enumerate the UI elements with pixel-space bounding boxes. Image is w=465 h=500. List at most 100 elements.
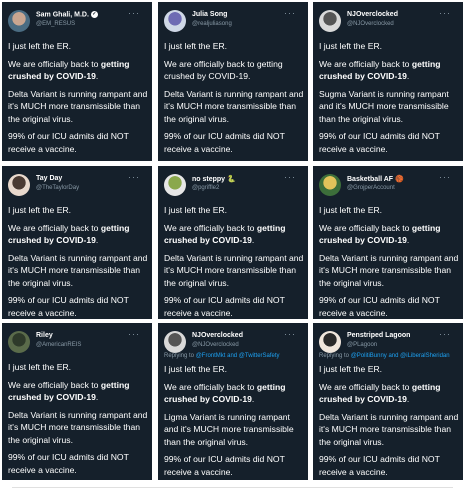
more-options-icon[interactable]: ···	[128, 329, 140, 339]
tweet-line: 99% of our ICU admits did NOT receive a …	[319, 295, 440, 318]
tweet-line: We are officially back to getting crushe…	[319, 222, 441, 246]
more-options-icon[interactable]: ···	[284, 172, 296, 182]
tweet-line: Delta Variant is running rampant and it'…	[8, 252, 148, 288]
tweet-line: We are officially back to getting crushe…	[164, 381, 286, 405]
tweet-header: Julia Song @realjuliasong ···	[162, 8, 304, 40]
reply-mentions[interactable]: @FrontMkt and @TwitterSafety	[196, 353, 280, 359]
tweet-grid: Sam Ghali, M.D. ✓ @EM_RESUS ··· I just le…	[0, 0, 465, 480]
more-options-icon[interactable]: ···	[439, 8, 451, 18]
tweet-line: I just left the ER.	[319, 364, 383, 374]
tweet-card[interactable]: NJOverclocked @NJOverclocked ··· Replyin…	[158, 323, 308, 480]
tweet-header: no steppy 🐍 @pgriffle2 ···	[162, 172, 304, 204]
tweet-line: I just left the ER.	[8, 41, 72, 51]
display-name[interactable]: no steppy 🐍	[192, 175, 236, 183]
tweet-line: 99% of our ICU admits did NOT receive a …	[319, 131, 440, 154]
tweet-text: I just left the ER. We are officially ba…	[8, 204, 148, 319]
tweet-header: Riley @AmericanREIS ···	[6, 329, 148, 361]
tweet-line: I just left the ER.	[164, 364, 228, 374]
tweet-line: We are officially back to getting crushe…	[319, 58, 441, 82]
more-options-icon[interactable]: ···	[128, 8, 140, 18]
tweet-line: 99% of our ICU admits did NOT receive a …	[8, 295, 129, 318]
user-handle[interactable]: @NJOverclocked	[347, 21, 394, 27]
tweet-card[interactable]: Julia Song @realjuliasong ··· I just lef…	[158, 2, 308, 161]
tweet-text: I just left the ER. We are officially ba…	[319, 40, 459, 160]
tweet-line: We are officially back to getting crushe…	[319, 381, 441, 405]
more-options-icon[interactable]: ···	[284, 8, 296, 18]
tweet-line: We are officially back to getting crushe…	[8, 379, 130, 403]
tweet-header: Basketball AF 🏀 @GrojperAccount ···	[317, 172, 459, 204]
user-handle[interactable]: @AmericanREIS	[36, 342, 81, 348]
more-options-icon[interactable]: ···	[439, 329, 451, 339]
tweet-card[interactable]: no steppy 🐍 @pgriffle2 ··· I just left t…	[158, 166, 308, 319]
tweet-header: Tay Day @TheTaylorDay ···	[6, 172, 148, 204]
avatar[interactable]	[319, 331, 341, 353]
tweet-line: I just left the ER.	[319, 205, 383, 215]
display-name[interactable]: NJOverclocked	[347, 11, 398, 18]
display-name[interactable]: Tay Day	[36, 175, 62, 182]
tweet-header: Sam Ghali, M.D. ✓ @EM_RESUS ···	[6, 8, 148, 40]
tweet-line: 99% of our ICU admits did NOT receive a …	[164, 454, 285, 477]
user-handle[interactable]: @GrojperAccount	[347, 185, 395, 191]
replying-to: Replying to @FrontMkt and @TwitterSafety	[164, 353, 280, 359]
avatar[interactable]	[319, 10, 341, 32]
display-name[interactable]: Riley	[36, 332, 53, 339]
tweet-card[interactable]: Riley @AmericanREIS ··· I just left the …	[2, 323, 152, 480]
tweet-text: I just left the ER. We are officially ba…	[319, 204, 459, 319]
more-options-icon[interactable]: ···	[439, 172, 451, 182]
tweet-line: Delta Variant is running rampant and it'…	[164, 88, 304, 124]
verified-icon: ✓	[90, 11, 98, 18]
tweet-line: I just left the ER.	[164, 41, 228, 51]
tweet-line: We are officially back to getting crushe…	[8, 58, 130, 82]
avatar[interactable]	[164, 331, 186, 353]
user-handle[interactable]: @realjuliasong	[192, 21, 232, 27]
divider	[12, 487, 453, 496]
display-name[interactable]: Penstriped Lagoon	[347, 332, 410, 339]
tweet-text: I just left the ER. We are officially ba…	[8, 40, 148, 160]
avatar[interactable]	[8, 10, 30, 32]
display-name[interactable]: Sam Ghali, M.D. ✓	[36, 11, 98, 18]
user-handle[interactable]: @NJOverclocked	[192, 342, 239, 348]
reply-mentions[interactable]: @PolitiBunny and @iLiberalSheridan	[351, 353, 450, 359]
tweet-line: We are officially back to getting crushe…	[164, 58, 283, 82]
user-handle[interactable]: @TheTaylorDay	[36, 185, 79, 191]
avatar[interactable]	[319, 174, 341, 196]
tweet-line: Sugma Variant is running rampant and it'…	[319, 88, 449, 124]
display-name[interactable]: Basketball AF 🏀	[347, 175, 404, 183]
user-handle[interactable]: @pgriffle2	[192, 185, 219, 191]
user-handle[interactable]: @PLagoon	[347, 342, 377, 348]
avatar[interactable]	[164, 174, 186, 196]
avatar[interactable]	[164, 10, 186, 32]
tweet-line: I just left the ER.	[164, 205, 228, 215]
replying-to: Replying to @PolitiBunny and @iLiberalSh…	[319, 353, 450, 359]
avatar[interactable]	[8, 174, 30, 196]
more-options-icon[interactable]: ···	[128, 172, 140, 182]
avatar[interactable]	[8, 331, 30, 353]
tweet-line: 99% of our ICU admits did NOT receive a …	[8, 452, 129, 475]
tweet-header: NJOverclocked @NJOverclocked ···	[317, 8, 459, 40]
tweet-line: We are officially back to getting crushe…	[8, 222, 130, 246]
tweet-line: I just left the ER.	[8, 362, 72, 372]
tweet-text: I just left the ER. We are officially ba…	[164, 40, 304, 160]
tweet-text: I just left the ER. We are officially ba…	[164, 363, 304, 480]
more-options-icon[interactable]: ···	[284, 329, 296, 339]
tweet-line: Ligma Variant is running rampant and it'…	[164, 411, 294, 447]
tweet-line: I just left the ER.	[319, 41, 383, 51]
tweet-card[interactable]: NJOverclocked @NJOverclocked ··· I just …	[313, 2, 463, 161]
tweet-card[interactable]: Penstriped Lagoon @PLagoon ··· Replying …	[313, 323, 463, 480]
tweet-line: I just left the ER.	[8, 205, 72, 215]
tweet-text: I just left the ER. We are officially ba…	[8, 361, 148, 480]
tweet-line: Delta Variant is running rampant and it'…	[319, 252, 459, 288]
tweet-line: 99% of our ICU admits did NOT receive a …	[319, 454, 440, 477]
tweet-line: Delta Variant is running rampant and it'…	[8, 409, 148, 445]
tweet-line: Delta Variant is running rampant and it'…	[164, 252, 304, 288]
tweet-line: 99% of our ICU admits did NOT receive a …	[164, 131, 285, 154]
tweet-card[interactable]: Basketball AF 🏀 @GrojperAccount ··· I ju…	[313, 166, 463, 319]
tweet-line: 99% of our ICU admits did NOT receive a …	[164, 295, 285, 318]
tweet-text: I just left the ER. We are officially ba…	[319, 363, 459, 480]
user-handle[interactable]: @EM_RESUS	[36, 21, 75, 27]
tweet-card[interactable]: Sam Ghali, M.D. ✓ @EM_RESUS ··· I just le…	[2, 2, 152, 161]
display-name[interactable]: NJOverclocked	[192, 332, 243, 339]
display-name[interactable]: Julia Song	[192, 11, 227, 18]
tweet-card[interactable]: Tay Day @TheTaylorDay ··· I just left th…	[2, 166, 152, 319]
tweet-line: Delta Variant is running rampant and it'…	[8, 88, 148, 124]
